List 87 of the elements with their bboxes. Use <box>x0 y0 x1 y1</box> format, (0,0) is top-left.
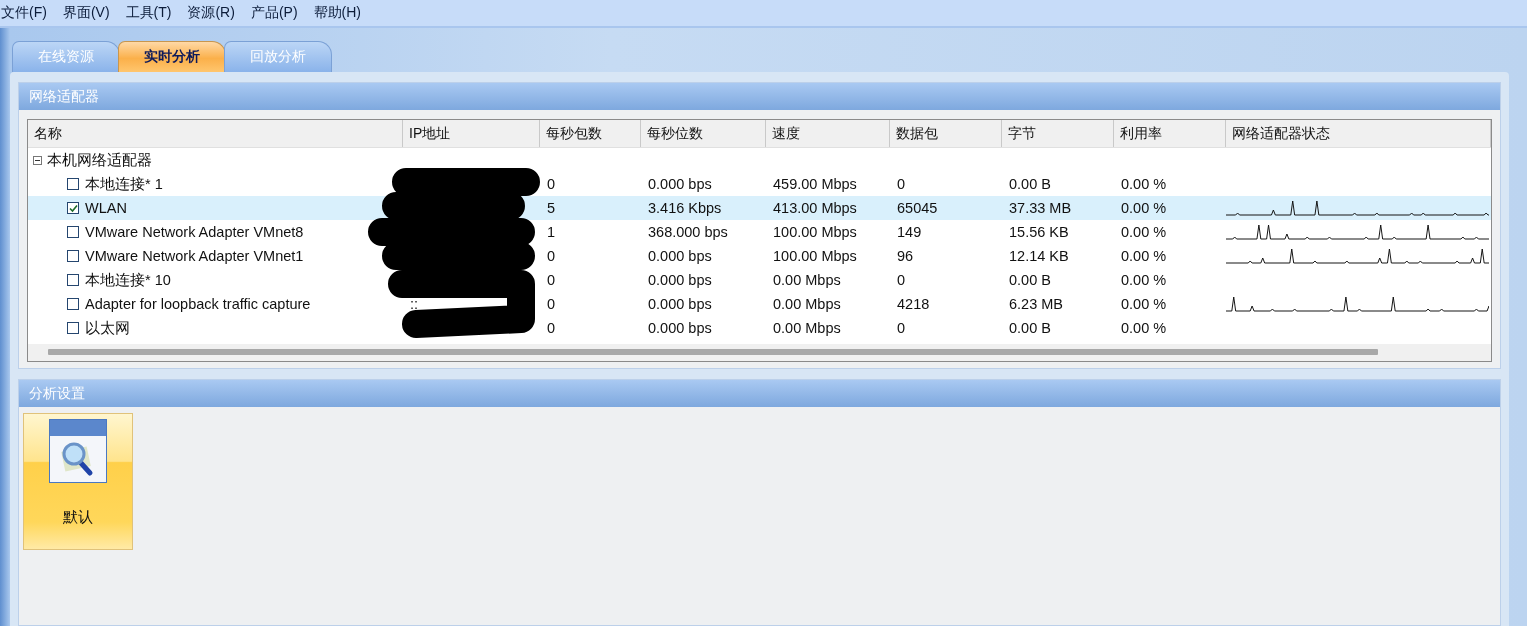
table-cell: 0 <box>547 176 556 192</box>
table-cell: 0.00 % <box>1121 200 1167 216</box>
table-cell: 0 <box>897 176 906 192</box>
column-header[interactable]: 名称 <box>28 120 403 147</box>
table-cell: :: <box>410 296 419 312</box>
table-cell: 12.14 KB <box>1009 248 1069 264</box>
panel-title: 网络适配器 <box>29 87 99 106</box>
table-cell: 0.00 B <box>1009 272 1051 288</box>
checkbox[interactable] <box>67 202 79 214</box>
table-cell: 0.00 % <box>1121 296 1167 312</box>
table-row[interactable]: 本地连接* 1 0 0.000 bps 459.00 Mbps 0 0.00 B 0.00 % <box>28 172 1491 196</box>
table-cell: 6.23 MB <box>1009 296 1063 312</box>
table-cell: 0.00 % <box>1121 272 1167 288</box>
table-row[interactable]: VMware Network Adapter VMnet8 1 368.000 bps 100.00 Mbps 149 15.56 KB 0.00 % <box>28 220 1491 244</box>
table-cell: 100.00 Mbps <box>773 248 857 264</box>
table-cell: 65045 <box>897 200 938 216</box>
column-header[interactable]: 利用率 <box>1114 120 1226 147</box>
magnifier-document-icon <box>49 419 107 483</box>
checkbox[interactable] <box>67 178 79 190</box>
table-cell: 368.000 bps <box>648 224 728 240</box>
table-cell: 0 <box>547 320 556 336</box>
menu-item[interactable]: 帮助(H) <box>312 4 362 22</box>
column-header[interactable]: 速度 <box>766 120 890 147</box>
table-cell: 15.56 KB <box>1009 224 1069 240</box>
table-cell: 4218 <box>897 296 930 312</box>
panel-title: 分析设置 <box>29 384 85 403</box>
adapter-name: 以太网 <box>85 318 130 338</box>
column-header[interactable]: 网络适配器状态 <box>1226 120 1491 147</box>
menu-item[interactable]: 界面(V) <box>61 4 111 22</box>
table-cell: 0.00 Mbps <box>773 272 841 288</box>
checkbox[interactable] <box>67 226 79 238</box>
menu-item[interactable]: 文件(F) <box>0 4 48 22</box>
table-cell: 459.00 Mbps <box>773 176 857 192</box>
column-header[interactable]: IP地址 <box>403 120 540 147</box>
adapter-name: 本地连接* 10 <box>85 270 171 290</box>
table-cell: 37.33 MB <box>1009 200 1072 216</box>
table-cell: 0 <box>547 296 556 312</box>
table-cell: 413.00 Mbps <box>773 200 857 216</box>
column-header[interactable]: 字节 <box>1002 120 1114 147</box>
table-cell: 0.00 % <box>1121 224 1167 240</box>
menu-item[interactable]: 产品(P) <box>249 4 299 22</box>
table-cell: 0.00 % <box>1121 248 1167 264</box>
table-cell: 1 <box>547 224 556 240</box>
table-row[interactable]: 本地连接* 10 0 0.000 bps 0.00 Mbps 0 0.00 B 0.00 % <box>28 268 1491 292</box>
table-cell: 96 <box>897 248 914 264</box>
table-cell: 0.00 Mbps <box>773 296 841 312</box>
menu-item[interactable]: 工具(T) <box>124 4 173 22</box>
table-cell: 0.000 bps <box>648 296 712 312</box>
expander-icon[interactable] <box>33 155 42 165</box>
checkbox[interactable] <box>67 250 79 262</box>
table-cell: 0.00 Mbps <box>773 320 841 336</box>
table-cell: 0.00 % <box>1121 176 1167 192</box>
checkbox[interactable] <box>67 298 79 310</box>
column-header[interactable]: 每秒包数 <box>540 120 641 147</box>
adapter-name: VMware Network Adapter VMnet1 <box>85 248 304 264</box>
adapter-name: WLAN <box>85 200 127 216</box>
table-row[interactable]: VMware Network Adapter VMnet1 0 0.000 bps 100.00 Mbps 96 12.14 KB 0.00 % <box>28 244 1491 268</box>
table-cell: 149 <box>897 224 922 240</box>
checkbox[interactable] <box>67 274 79 286</box>
horizontal-scrollbar[interactable] <box>28 344 1491 361</box>
table-cell: 0 <box>897 272 906 288</box>
table-cell: 0.000 bps <box>648 320 712 336</box>
table-row[interactable]: 以太网 0 0.000 bps 0.00 Mbps 0 0.00 B 0.00 % <box>28 316 1491 340</box>
column-header[interactable]: 数据包 <box>890 120 1002 147</box>
table-cell: 0.000 bps <box>648 272 712 288</box>
tree-group-label[interactable]: 本机网络适配器 <box>47 150 152 170</box>
tab[interactable]: 实时分析 <box>118 41 226 72</box>
table-cell: 5 <box>547 200 556 216</box>
table-cell: 0.000 bps <box>648 176 712 192</box>
table-cell: 0 <box>547 272 556 288</box>
checkbox[interactable] <box>67 322 79 334</box>
table-cell: 0.00 B <box>1009 320 1051 336</box>
column-header[interactable]: 每秒位数 <box>641 120 766 147</box>
table-cell: 100.00 Mbps <box>773 224 857 240</box>
adapter-name: VMware Network Adapter VMnet8 <box>85 224 304 240</box>
table-cell: 0.00 % <box>1121 320 1167 336</box>
table-cell: 0.00 B <box>1009 176 1051 192</box>
table-cell: 0.000 bps <box>648 248 712 264</box>
table-row[interactable]: Adapter for loopback traffic capture :: 0 0.000 bps 0.00 Mbps 4218 6.23 MB 0.00 % <box>28 292 1491 316</box>
table-cell: 0 <box>547 248 556 264</box>
profile-tile[interactable]: 默认 <box>23 413 133 550</box>
adapter-name: Adapter for loopback traffic capture <box>85 296 311 312</box>
table-cell: 3.416 Kbps <box>648 200 722 216</box>
adapter-name: 本地连接* 1 <box>85 174 163 194</box>
table-row[interactable]: WLAN 5 3.416 Kbps 413.00 Mbps 65045 37.33 MB 0.00 % <box>28 196 1491 220</box>
table-cell: 0 <box>897 320 906 336</box>
menu-item[interactable]: 资源(R) <box>186 4 236 22</box>
